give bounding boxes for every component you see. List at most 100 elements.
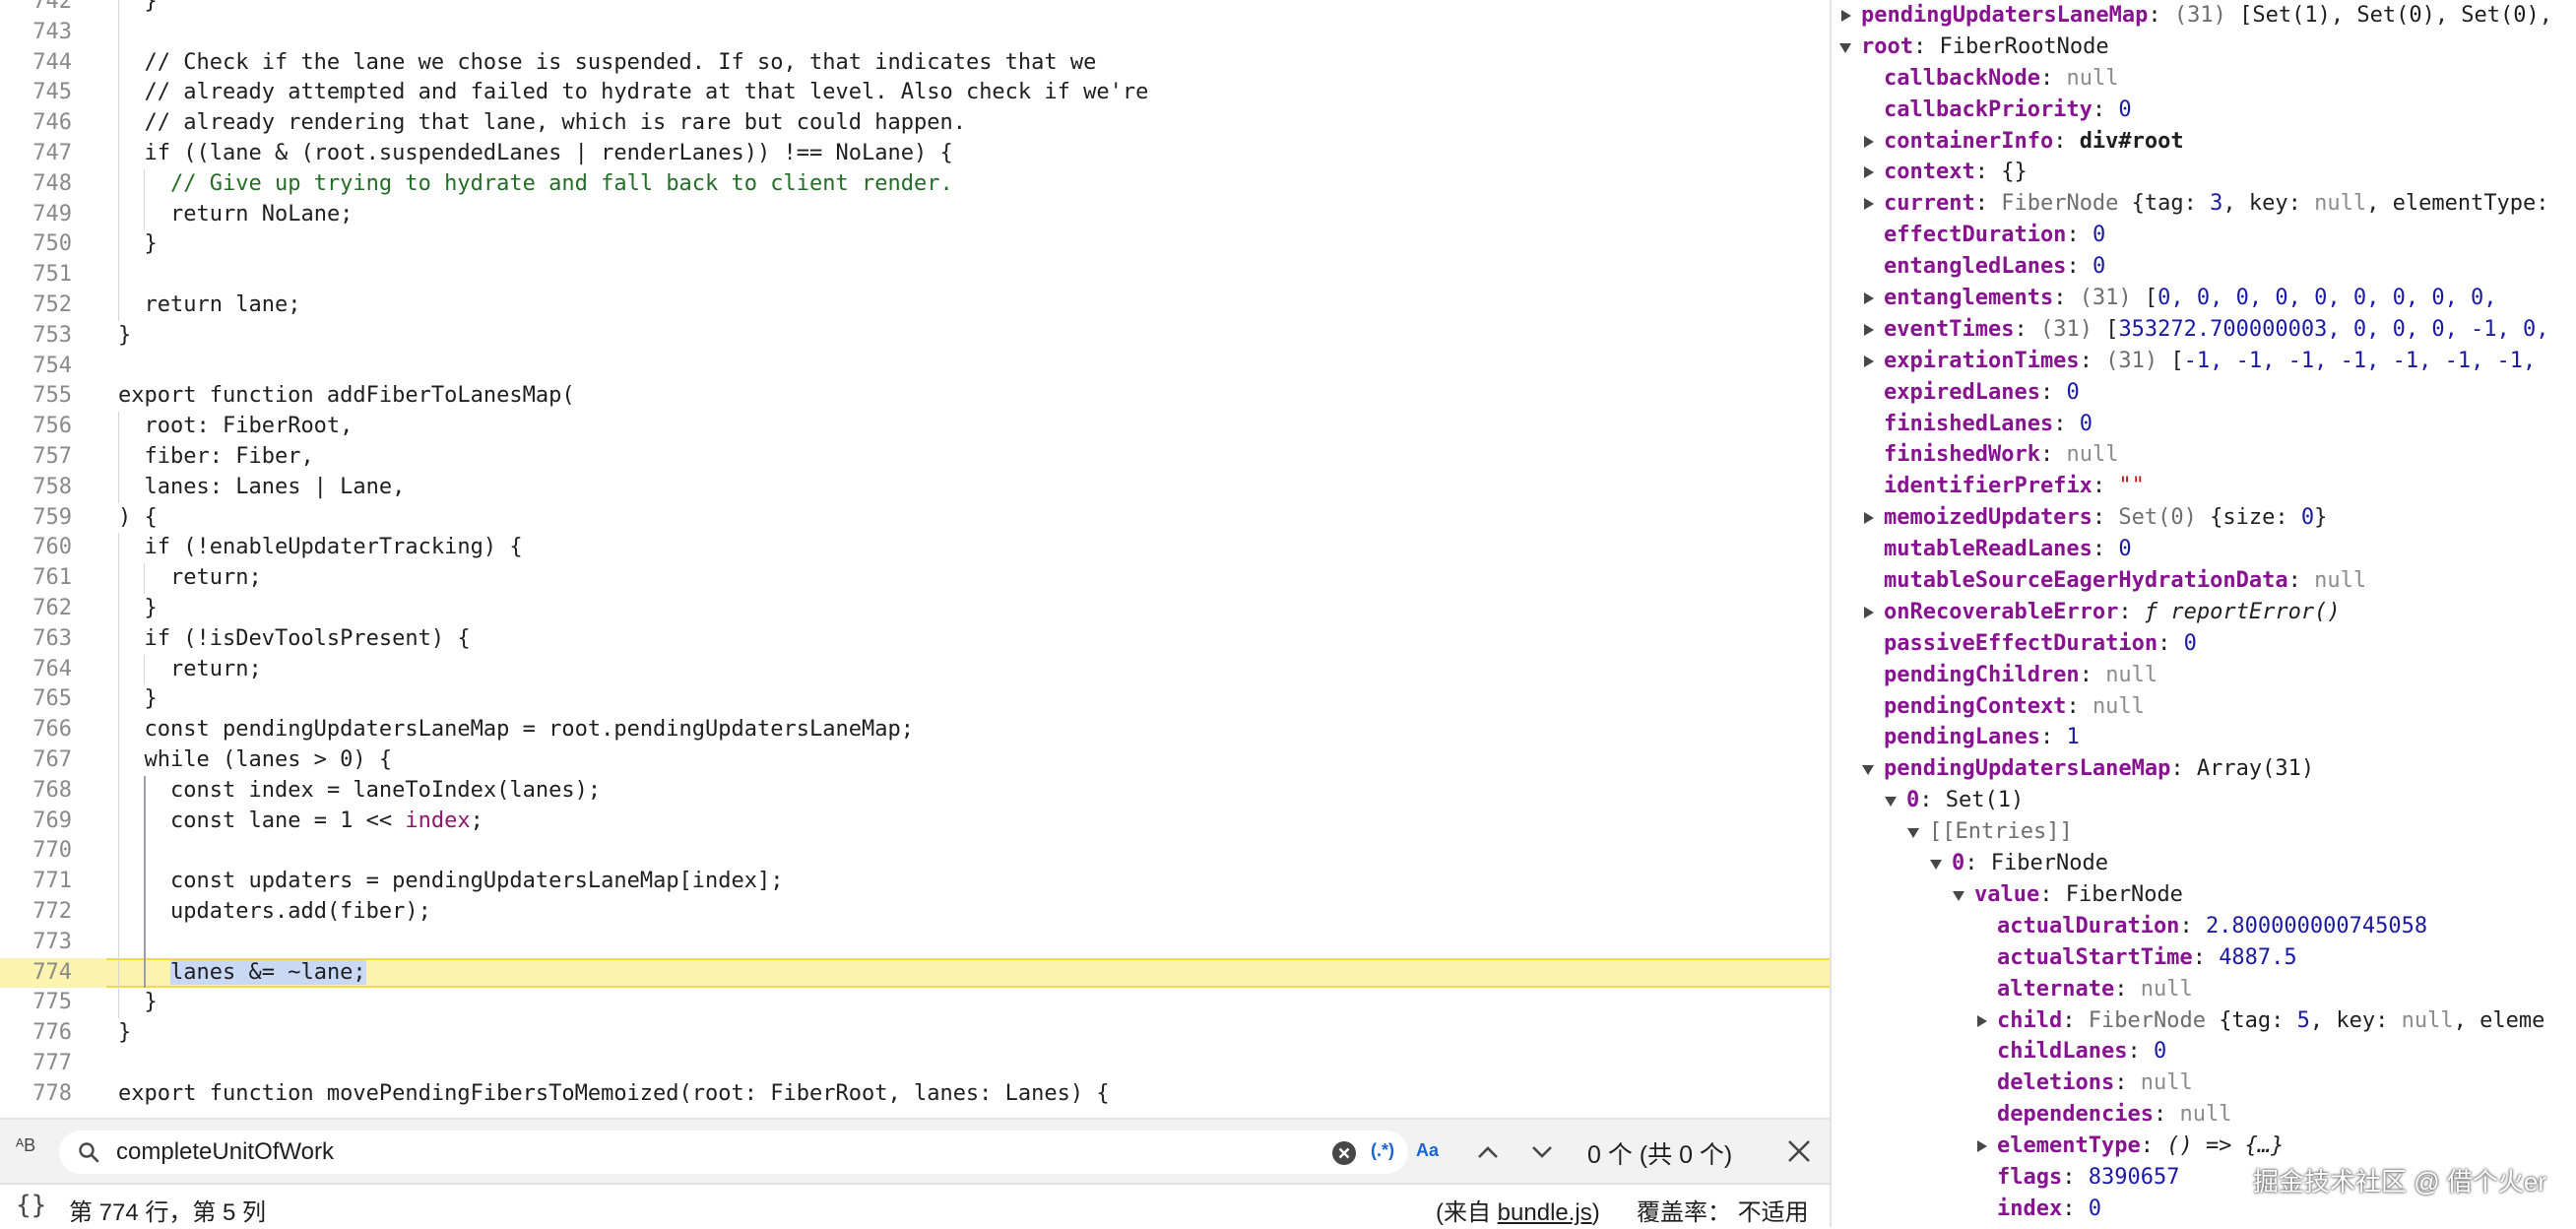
collapsed-triangle-icon[interactable] (1864, 323, 1874, 336)
code-line[interactable]: 752 return lane; (0, 291, 1830, 321)
case-sensitive-toggle[interactable]: Aa (1416, 1140, 1439, 1161)
scope-row[interactable]: passiveEffectDuration: 0 (1832, 628, 2576, 660)
code-line[interactable]: 773 (0, 928, 1830, 958)
code-line[interactable]: 760 if (!enableUpdaterTracking) { (0, 533, 1830, 563)
scope-row[interactable]: finishedLanes: 0 (1832, 409, 2576, 440)
scope-row[interactable]: entangledLanes: 0 (1832, 251, 2576, 283)
code-line[interactable]: 761 return; (0, 563, 1830, 594)
collapsed-triangle-icon[interactable] (1864, 135, 1874, 148)
code-line[interactable]: 742} (0, 0, 1830, 18)
line-number[interactable]: 771 (0, 867, 72, 897)
scope-row[interactable]: expirationTimes: (31) [-1, -1, -1, -1, -… (1832, 346, 2576, 377)
line-number[interactable]: 778 (0, 1079, 72, 1110)
code-line[interactable]: 776} (0, 1018, 1830, 1049)
line-number[interactable]: 747 (0, 139, 72, 169)
line-number[interactable]: 764 (0, 655, 72, 685)
line-number[interactable]: 766 (0, 715, 72, 745)
line-number[interactable]: 753 (0, 321, 72, 352)
code-line[interactable]: 772 updaters.add(fiber); (0, 897, 1830, 928)
code-line[interactable]: 769 const lane = 1 << index; (0, 807, 1830, 837)
scope-row[interactable]: mutableReadLanes: 0 (1832, 534, 2576, 565)
scope-row[interactable]: current: FiberNode {tag: 3, key: null, e… (1832, 188, 2576, 220)
code-line[interactable]: 755 export function addFiberToLanesMap( (0, 381, 1830, 412)
collapsed-triangle-icon[interactable] (1977, 1014, 1987, 1027)
code-line[interactable]: 757 fiber: Fiber, (0, 442, 1830, 473)
scope-row[interactable]: pendingLanes: 1 (1832, 722, 2576, 753)
code-line[interactable]: 753} (0, 321, 1830, 352)
code-line[interactable]: 746 // already rendering that lane, which… (0, 108, 1830, 139)
code-line[interactable]: 768 const index = laneToIndex(lanes); (0, 776, 1830, 807)
search-field[interactable]: completeUnitOfWork (.*) Aa (59, 1131, 1439, 1174)
search-input[interactable]: completeUnitOfWork (116, 1131, 334, 1174)
code-line[interactable]: 775} (0, 988, 1830, 1018)
source-file-link[interactable]: bundle.js (1498, 1199, 1592, 1226)
collapsed-triangle-icon[interactable] (1864, 166, 1874, 179)
code-line[interactable]: 770 (0, 836, 1830, 867)
code-line[interactable]: 763 if (!isDevToolsPresent) { (0, 624, 1830, 655)
code-line[interactable]: 778 export function movePendingFibersToMe… (0, 1079, 1830, 1110)
collapsed-triangle-icon[interactable] (1864, 512, 1874, 525)
scope-row[interactable]: actualDuration: 2.800000000745058 (1832, 911, 2576, 942)
code-line[interactable]: 745 // already attempted and failed to hy… (0, 78, 1830, 108)
line-number[interactable]: 746 (0, 108, 72, 139)
collapsed-triangle-icon[interactable] (1864, 606, 1874, 618)
scope-row[interactable]: [[Entries]] (1832, 816, 2576, 848)
line-number[interactable]: 774 (0, 958, 72, 989)
collapsed-triangle-icon[interactable] (1864, 292, 1874, 305)
line-number[interactable]: 767 (0, 745, 72, 776)
line-number[interactable]: 750 (0, 229, 72, 260)
code-line[interactable]: 771 const updaters = pendingUpdatersLaneM… (0, 867, 1830, 897)
close-search-icon[interactable] (1786, 1138, 1812, 1164)
scope-row[interactable]: actualStartTime: 4887.5 (1832, 942, 2576, 974)
code-line[interactable]: 758 lanes: Lanes | Lane, (0, 473, 1830, 503)
scope-row[interactable]: entanglements: (31) [0, 0, 0, 0, 0, 0, 0… (1832, 283, 2576, 314)
scope-row[interactable]: eventTimes: (31) [353272.700000003, 0, 0… (1832, 314, 2576, 346)
scope-row[interactable]: callbackPriority: 0 (1832, 95, 2576, 126)
scope-row[interactable]: callbackNode: null (1832, 63, 2576, 95)
code-line[interactable]: 750} (0, 229, 1830, 260)
code-line[interactable]: 767 while (lanes > 0) { (0, 745, 1830, 776)
collapsed-triangle-icon[interactable] (1864, 198, 1874, 211)
code-line[interactable]: 774 lanes &= ~lane; (0, 957, 1830, 989)
expanded-triangle-icon[interactable] (1930, 860, 1942, 871)
scope-row[interactable]: value: FiberNode (1832, 879, 2576, 911)
collapsed-triangle-icon[interactable] (1841, 10, 1851, 22)
line-number[interactable]: 768 (0, 776, 72, 807)
line-number[interactable]: 748 (0, 169, 72, 200)
line-number[interactable]: 743 (0, 18, 72, 48)
scope-row[interactable]: childLanes: 0 (1832, 1036, 2576, 1067)
line-number[interactable]: 744 (0, 48, 72, 79)
scope-row[interactable]: effectDuration: 0 (1832, 220, 2576, 251)
code-line[interactable]: 754 (0, 352, 1830, 382)
code-line[interactable]: 765} (0, 684, 1830, 715)
line-number[interactable]: 773 (0, 928, 72, 958)
code-line[interactable]: 756 root: FiberRoot, (0, 412, 1830, 442)
line-number[interactable]: 749 (0, 200, 72, 230)
line-number[interactable]: 755 (0, 381, 72, 412)
expanded-triangle-icon[interactable] (1839, 42, 1851, 53)
line-number[interactable]: 757 (0, 442, 72, 473)
scope-row[interactable]: pendingContext: null (1832, 691, 2576, 723)
line-number[interactable]: 760 (0, 533, 72, 563)
scope-row[interactable]: deletions: null (1832, 1067, 2576, 1099)
code-line[interactable]: 764 return; (0, 655, 1830, 685)
code-line[interactable]: 747 if ((lane & (root.suspendedLanes | re… (0, 139, 1830, 169)
line-number[interactable]: 763 (0, 624, 72, 655)
scope-row[interactable]: pendingChildren: null (1832, 660, 2576, 691)
line-number[interactable]: 772 (0, 897, 72, 928)
scope-row[interactable]: dependencies: null (1832, 1099, 2576, 1131)
line-number[interactable]: 745 (0, 78, 72, 108)
line-number[interactable]: 742 (0, 0, 72, 18)
collapsed-triangle-icon[interactable] (1977, 1140, 1987, 1153)
scope-row[interactable]: mutableSourceEagerHydrationData: null (1832, 565, 2576, 597)
next-match-icon[interactable] (1529, 1140, 1555, 1164)
code-line[interactable]: 751 (0, 260, 1830, 291)
line-number[interactable]: 776 (0, 1018, 72, 1049)
pretty-print-icon[interactable]: {} (16, 1191, 46, 1220)
collapsed-triangle-icon[interactable] (1864, 355, 1874, 367)
scope-row[interactable]: 0: FiberNode (1832, 848, 2576, 879)
line-number[interactable]: 761 (0, 563, 72, 594)
code-line[interactable]: 744 // Check if the lane we chose is susp… (0, 48, 1830, 79)
scope-row[interactable]: pendingUpdatersLaneMap: Array(31) (1832, 753, 2576, 785)
scope-row[interactable]: identifierPrefix: "" (1832, 471, 2576, 502)
